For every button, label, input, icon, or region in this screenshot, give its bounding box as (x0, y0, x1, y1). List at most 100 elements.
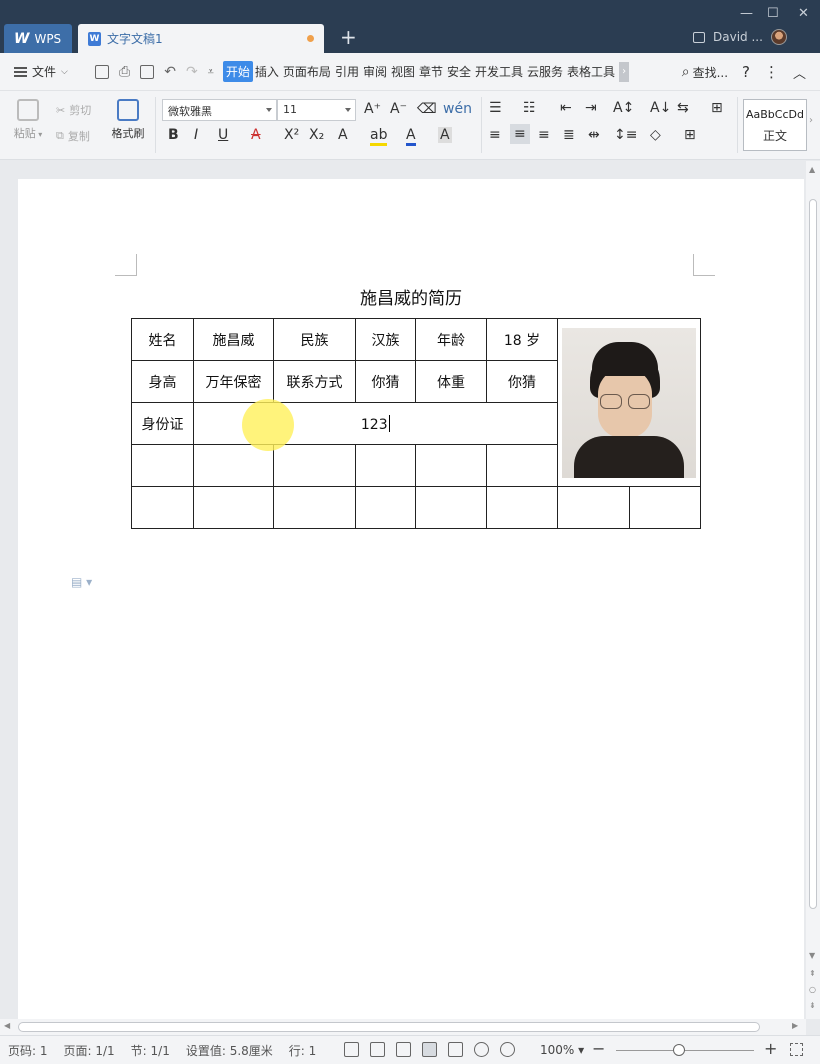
file-menu-button[interactable]: 文件 ⌵ (0, 63, 90, 80)
shading-icon[interactable]: ◇ (650, 127, 661, 143)
ribbon-scroll-right-icon[interactable]: › (809, 115, 813, 126)
horizontal-scroll-thumb[interactable] (18, 1022, 760, 1032)
align-center-icon[interactable]: ≡ (510, 124, 530, 144)
paragraph-options-icon[interactable]: ▤ ▾ (71, 575, 92, 589)
next-page-icon[interactable]: ⇟ (809, 1001, 816, 1010)
tab-7[interactable]: 安全 (445, 61, 473, 82)
customize-quick-access-icon[interactable]: ⩡ (208, 65, 214, 79)
id-label-cell[interactable]: 身份证 (131, 402, 194, 445)
table-cell[interactable]: 民族 (273, 318, 356, 361)
highlight-color-icon[interactable]: ab (370, 127, 388, 146)
tab-3[interactable]: 引用 (333, 61, 361, 82)
bold-button[interactable]: B (168, 127, 179, 143)
document-title[interactable]: 施昌威的简历 (18, 284, 804, 309)
more-options-icon[interactable]: ⋮ (764, 63, 779, 81)
vertical-scroll-thumb[interactable] (809, 199, 817, 909)
status-pages[interactable]: 页面: 1/1 (64, 1042, 115, 1059)
justify-icon[interactable]: ≣ (563, 127, 575, 143)
redo-icon[interactable]: ↷ (186, 64, 198, 80)
status-line[interactable]: 行: 1 (289, 1042, 317, 1059)
table-cell[interactable]: 你猜 (355, 360, 416, 403)
phonetic-guide-icon[interactable]: wén (443, 101, 472, 117)
table-cell[interactable] (273, 444, 356, 487)
tab-10[interactable]: 表格工具 (565, 61, 617, 82)
paste-button[interactable]: 粘贴 ▾ (10, 99, 46, 141)
table-cell[interactable] (131, 486, 194, 529)
resume-table[interactable]: 姓名 施昌威 民族 汉族 年龄 18 岁 身高 万年保密 联系方式 你猜 体重 … (131, 318, 701, 529)
table-cell[interactable]: 年龄 (415, 318, 487, 361)
font-family-select[interactable]: 微软雅黑 (162, 99, 277, 121)
avatar[interactable] (770, 29, 787, 45)
line-options-icon[interactable]: ⇆ (677, 100, 689, 116)
table-cell[interactable]: 联系方式 (273, 360, 356, 403)
table-cell[interactable] (355, 444, 416, 487)
font-size-select[interactable]: 11 (277, 99, 356, 121)
undo-icon[interactable]: ↶ (164, 64, 176, 80)
increase-indent-icon[interactable]: ⇥ (585, 100, 597, 116)
grow-font-icon[interactable]: A⁺ (364, 101, 381, 117)
table-cell[interactable]: 汉族 (355, 318, 416, 361)
numbering-icon[interactable]: ☷ (523, 100, 536, 116)
bullets-icon[interactable]: ☰ (489, 100, 502, 116)
table-cell[interactable] (193, 486, 274, 529)
table-cell[interactable]: 姓名 (131, 318, 194, 361)
tab-2[interactable]: 页面布局 (281, 61, 333, 82)
table-cell[interactable]: 身高 (131, 360, 194, 403)
table-cell[interactable]: 万年保密 (193, 360, 274, 403)
minimize-button[interactable]: — (740, 6, 753, 21)
table-cell[interactable] (355, 486, 416, 529)
table-cell[interactable] (415, 486, 487, 529)
reading-mode-icon[interactable] (370, 1042, 385, 1057)
borders-icon[interactable]: ⊞ (684, 127, 696, 143)
table-cell[interactable] (486, 444, 558, 487)
character-shading-icon[interactable]: A (438, 127, 452, 143)
table-grid-icon[interactable]: ⊞ (711, 100, 723, 116)
line-spacing-icon[interactable]: ↕≡ (614, 127, 637, 143)
distribute-icon[interactable]: ⇹ (588, 127, 600, 143)
table-cell[interactable] (557, 486, 630, 529)
edit-mode-icon[interactable] (396, 1042, 411, 1057)
scroll-up-icon[interactable]: ▲ (809, 165, 815, 174)
table-cell[interactable]: 你猜 (486, 360, 558, 403)
clear-format-icon[interactable]: ⌫ (417, 101, 437, 117)
vertical-scrollbar[interactable]: ▲ ▼ ⇞ ○ ⇟ (806, 161, 820, 1019)
id-value-cell[interactable]: 123 (193, 402, 558, 445)
horizontal-scrollbar[interactable]: ◀ ▶ (0, 1019, 806, 1035)
text-direction-icon[interactable]: A↕ (613, 100, 634, 116)
tab-document[interactable]: W 文字文稿1 (78, 24, 324, 53)
scroll-left-icon[interactable]: ◀ (4, 1021, 10, 1030)
table-cell[interactable] (193, 444, 274, 487)
format-painter-button[interactable]: 格式刷 (108, 99, 148, 141)
tab-6[interactable]: 章节 (417, 61, 445, 82)
eye-protection-icon[interactable] (500, 1042, 515, 1057)
table-cell[interactable]: 18 岁 (486, 318, 558, 361)
shrink-font-icon[interactable]: A⁻ (390, 101, 407, 117)
table-cell[interactable]: 施昌威 (193, 318, 274, 361)
align-right-icon[interactable]: ≡ (538, 127, 550, 143)
web-view-icon[interactable] (474, 1042, 489, 1057)
more-tabs-button[interactable]: › (619, 61, 630, 82)
italic-button[interactable]: I (194, 127, 198, 143)
new-tab-button[interactable]: + (340, 27, 357, 47)
tab-9[interactable]: 云服务 (525, 61, 565, 82)
collapse-ribbon-icon[interactable]: ︿ (793, 63, 806, 82)
cut-button[interactable]: ✂ 剪切 (56, 102, 91, 118)
help-icon[interactable]: ? (742, 63, 750, 81)
superscript-button[interactable]: X² (284, 127, 299, 143)
search-button[interactable]: ⌕ 查找... (682, 64, 728, 81)
table-cell[interactable] (415, 444, 487, 487)
underline-button[interactable]: U (218, 127, 228, 143)
scroll-down-icon[interactable]: ▼ (809, 951, 815, 960)
table-cell[interactable] (629, 486, 701, 529)
status-setting[interactable]: 设置值: 5.8厘米 (186, 1042, 273, 1059)
status-section[interactable]: 节: 1/1 (131, 1042, 170, 1059)
zoom-out-button[interactable]: − (592, 1039, 605, 1058)
tab-1[interactable]: 插入 (253, 61, 281, 82)
copy-button[interactable]: ⧉ 复制 (56, 128, 90, 144)
font-color-icon[interactable]: A (406, 127, 416, 146)
photo-cell[interactable] (557, 318, 701, 487)
select-browse-object-icon[interactable]: ○ (809, 985, 816, 994)
fit-window-icon[interactable] (790, 1043, 803, 1056)
print-preview-icon[interactable] (140, 64, 155, 79)
print-icon[interactable]: ⎙ (119, 64, 130, 80)
